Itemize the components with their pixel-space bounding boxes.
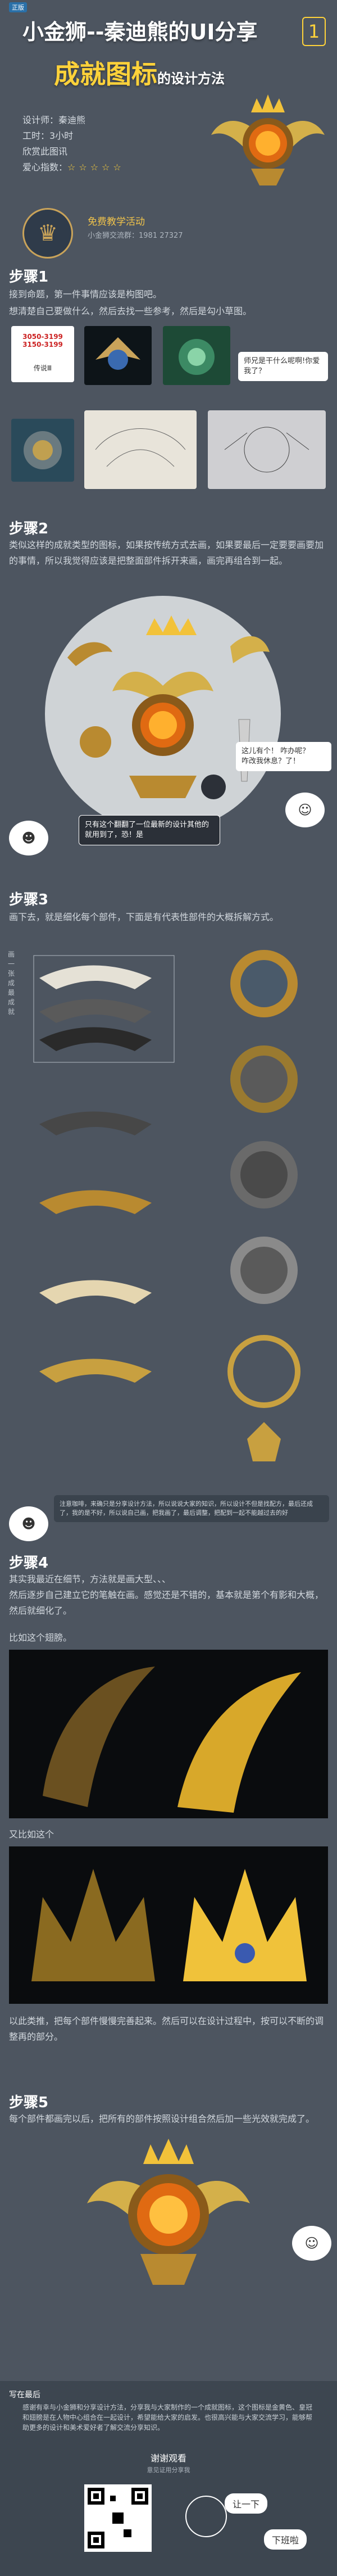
sketch-image-1 — [84, 410, 197, 489]
lion-logo: ♛ — [22, 208, 73, 259]
promo-group: 小金狮交流群：1981 27327 — [88, 232, 183, 240]
reference-emblem-3 — [179, 339, 215, 375]
wing-comparison-panel — [9, 1650, 328, 1818]
type-line: 欣赏此图讯 — [22, 146, 68, 157]
step4-text3: 以此类推，把每个部件慢慢完善起来。然后可以在设计过程中，按可以不断的调整再的部分… — [9, 2016, 324, 2042]
sketch-drawing-2 — [224, 427, 309, 473]
step2-speech-bubble-1: 这儿有个！ 咋办呢？ 咋改我休息？了！ — [236, 742, 331, 771]
sketch-image-2 — [208, 410, 326, 489]
step5-title: 步骤5 — [9, 2094, 49, 2111]
parts-scatter-illustration — [67, 615, 270, 799]
medal-parts-illustration — [227, 950, 300, 1461]
crown-comparison-panel — [9, 1846, 328, 2004]
wing-parts-column — [22, 944, 185, 1461]
wing-parts-illustration — [33, 955, 175, 1383]
sketch-drawing-1 — [95, 428, 186, 467]
step4-label2: 又比如这个 — [9, 1829, 54, 1840]
pill-1: 让一下 — [225, 2493, 268, 2514]
mascot-lion-icon — [185, 2496, 227, 2537]
subtitle-big: 成就图标 — [54, 59, 157, 89]
reference-emblem-2 — [95, 337, 140, 370]
step3-title: 步骤3 — [9, 891, 49, 908]
reference-image-4 — [11, 419, 74, 482]
page-title: 小金狮--秦迪熊的UI分享 — [22, 20, 258, 44]
step3-text: 画下去，就是细化每个部件，下面是有代表性部件的大概拆解方式。 — [9, 912, 279, 922]
medal-parts-column — [197, 944, 331, 1484]
crown-comparison-illustration — [31, 1869, 307, 1981]
wing-comparison-illustration — [43, 1667, 301, 1813]
step4-text1: 其实我最近在细节，方法就是画大型、、、 — [9, 1574, 171, 1584]
chapter-number: 1 — [302, 17, 326, 46]
step4-title: 步骤4 — [9, 1555, 49, 1572]
step2-text: 类似这样的成就类型的图标，如果按传统方式去画，如果要最后一定要要画要加的事情，所… — [9, 540, 324, 566]
thanks-subtitle: 意见证用分享我 — [147, 2466, 190, 2474]
step4-text2: 然后逐步自己建立它的笔触在画。感觉还是不错的，基本就是第个有影和大概，然后就细化… — [9, 1590, 324, 1616]
troll-face-icon: ☻ — [9, 821, 48, 855]
pill-2: 下班啦 — [264, 2529, 307, 2550]
difficulty-line: 爱心指数：☆☆☆☆☆ — [22, 160, 125, 175]
footer-label: 写在最后 — [9, 2391, 40, 2400]
thanks-title: 谢谢观看 — [150, 2453, 186, 2464]
ref-badge-numbers: 3050-3199 3150-3199 — [22, 333, 63, 348]
step4-label1: 比如这个翅膀。 — [9, 1632, 72, 1643]
reference-emblem-4 — [24, 431, 62, 469]
qr-code — [84, 2484, 152, 2552]
ref-badge-label: 传说Ⅲ — [33, 364, 52, 372]
page-subtitle: 成就图标的设计方法 — [54, 54, 312, 91]
step3-side-label: 画 一 张 成 最 成 就 — [8, 950, 15, 1016]
meme-face-icon: ☺ — [285, 793, 325, 827]
step1-title: 步骤1 — [9, 269, 49, 286]
step1-text2: 想清楚自己要做什么，然后去找一些参考，然后是勾小草图。 — [9, 306, 252, 316]
promo-title: 免费教学活动 — [88, 216, 145, 228]
footer-text: 感谢有幸与小金狮和分享设计方法，分享我与大家制作的一个成就图标，这个图标是金黄色… — [22, 2403, 313, 2432]
step3-note: 注意咖啡，来确只是分享设计方法，所以说说大家的知识，所以设计不但是找配方，最后还… — [54, 1495, 329, 1522]
reference-image-3 — [163, 326, 230, 385]
time-line: 工时：3小时 — [22, 130, 74, 141]
reference-image-2 — [84, 326, 152, 385]
qr-code-pattern — [88, 2488, 148, 2548]
step1-speech-bubble: 师兄是干什么呢啊!你爱我了？ — [238, 352, 328, 381]
step5-text: 每个部件都画完以后，把所有的部件按照设计组合然后加一些光效就完成了。 — [9, 2113, 315, 2124]
step1-text1: 接到命题，第一件事情应该是构图吧。 — [9, 289, 162, 300]
step2-title: 步骤2 — [9, 520, 49, 537]
info-block: 设计师：秦迪熊 工时：3小时 欣赏此图讯 爱心指数：☆☆☆☆☆ — [22, 112, 125, 175]
tag-badge: 正版 — [9, 2, 27, 12]
difficulty-label: 爱心指数： — [22, 162, 68, 173]
reference-image-1: 3050-3199 3150-3199 传说Ⅲ — [11, 326, 74, 382]
meme-face-icon-2: ☺ — [292, 2226, 331, 2261]
subtitle-small: 的设计方法 — [157, 71, 225, 87]
difficulty-stars: ☆☆☆☆☆ — [67, 162, 125, 173]
step2-speech-bubble-2: 只有这个翻翻了一位最新的设计其他的就用到了，恐！是 — [79, 815, 220, 845]
crown — [251, 94, 285, 112]
parts-circle — [45, 596, 281, 832]
designer-line: 设计师：秦迪熊 — [22, 115, 86, 125]
final-emblem-illustration — [87, 2139, 250, 2285]
troll-face-icon-2: ☻ — [9, 1506, 48, 1541]
header-emblem-illustration — [211, 94, 325, 185]
